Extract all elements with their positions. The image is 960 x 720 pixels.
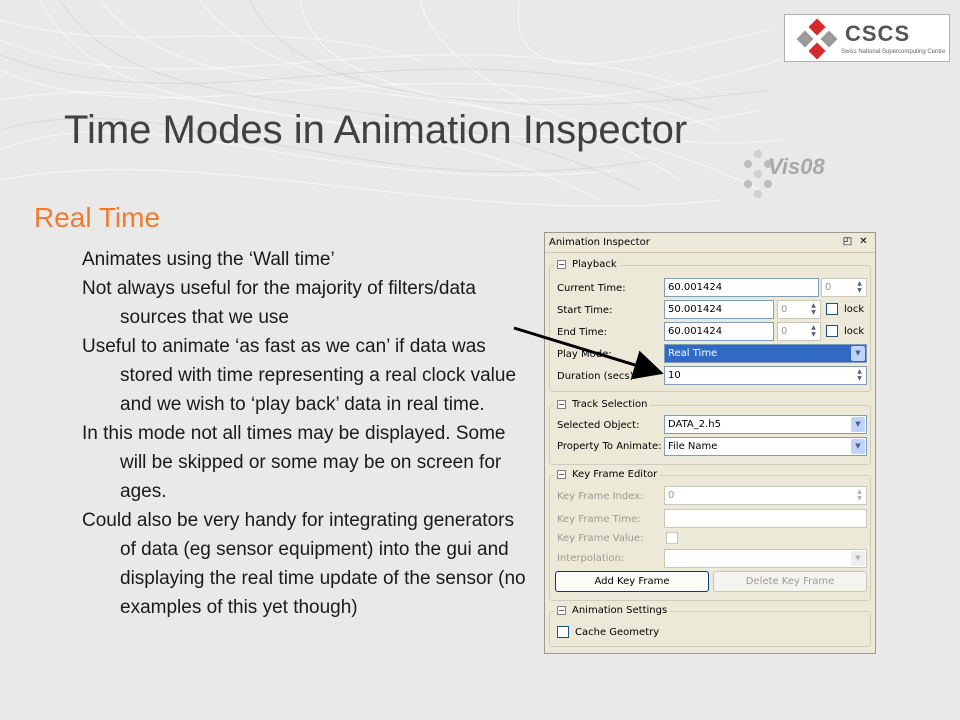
close-icon[interactable]: ✕ — [858, 236, 869, 247]
selected-object-value: DATA_2.h5 — [668, 419, 722, 430]
section-heading: Real Time — [34, 202, 161, 233]
panel-titlebar[interactable]: Animation Inspector ◰ ✕ — [545, 233, 875, 253]
chevron-down-icon[interactable]: ▼ — [851, 346, 865, 361]
bullet-item: Not always useful for the majority of fi… — [82, 278, 476, 328]
key-frame-value-label: Key Frame Value: — [557, 533, 644, 544]
cscs-logo: CSCS Swiss National Supercomputing Centr… — [784, 14, 950, 62]
bullet-item: Animates using the ‘Wall time’ — [82, 249, 335, 270]
cscs-diamond-icon — [796, 19, 838, 59]
playback-title-label: Playback — [572, 259, 617, 270]
key-frame-value-checkbox[interactable] — [666, 532, 678, 544]
duration-spinbox[interactable]: 10 ▲ ▼ — [664, 366, 867, 385]
end-time-value: 60.001424 — [668, 326, 723, 337]
current-time-label: Current Time: — [557, 283, 626, 294]
start-time-index-value: 0 — [781, 304, 788, 315]
end-lock-checkbox[interactable] — [826, 325, 838, 337]
play-mode-label: Play Mode: — [557, 349, 612, 360]
key-frame-time-label: Key Frame Time: — [557, 514, 641, 525]
track-title-label: Track Selection — [572, 399, 648, 410]
chevron-down-icon[interactable]: ▼ — [851, 439, 865, 454]
start-lock-label: lock — [844, 304, 865, 315]
track-group-title[interactable]: − Track Selection — [554, 399, 651, 410]
start-time-label: Start Time: — [557, 305, 613, 316]
add-key-frame-button[interactable]: Add Key Frame — [555, 571, 709, 592]
start-lock-checkbox[interactable] — [826, 303, 838, 315]
keyframe-group-title[interactable]: − Key Frame Editor — [554, 469, 661, 480]
start-time-value: 50.001424 — [668, 304, 723, 315]
vis08-logo-word: Vis08 — [768, 154, 825, 179]
play-mode-dropdown[interactable]: Real Time ▼ — [664, 344, 867, 363]
property-value: File Name — [668, 441, 718, 452]
animation-inspector-panel: Animation Inspector ◰ ✕ − Playback Curren… — [544, 232, 876, 654]
delete-key-frame-button[interactable]: Delete Key Frame — [713, 571, 867, 592]
end-time-label: End Time: — [557, 327, 608, 338]
end-lock-label: lock — [844, 326, 865, 337]
keyframe-title-label: Key Frame Editor — [572, 469, 658, 480]
collapse-icon[interactable]: − — [557, 469, 566, 479]
bullet-item: In this mode not all times may be displa… — [82, 423, 506, 502]
property-label: Property To Animate: — [557, 441, 662, 452]
current-time-index-spinbox[interactable]: 0 ▲ ▼ — [821, 278, 867, 297]
bullet-item: Useful to animate ‘as fast as we can’ if… — [82, 336, 517, 415]
chevron-down-icon[interactable]: ▼ — [851, 417, 865, 432]
float-icon[interactable]: ◰ — [842, 236, 853, 247]
collapse-icon[interactable]: − — [557, 605, 566, 615]
spin-arrows-icon[interactable]: ▲ ▼ — [808, 302, 819, 317]
spin-arrows-icon[interactable]: ▲ ▼ — [854, 368, 865, 383]
key-frame-index-spinbox[interactable]: 0 ▲ ▼ — [664, 486, 867, 505]
collapse-icon[interactable]: − — [557, 399, 566, 409]
cscs-logo-word: CSCS — [845, 21, 911, 46]
playback-group: − Playback Current Time: 60.001424 0 ▲ ▼ St… — [549, 259, 871, 392]
bullet-item: Could also be very handy for integrating… — [82, 510, 526, 618]
settings-title-label: Animation Settings — [572, 605, 668, 616]
end-time-field[interactable]: 60.001424 — [664, 322, 774, 341]
interpolation-dropdown[interactable]: ▼ — [664, 549, 867, 568]
end-time-index-value: 0 — [781, 326, 788, 337]
panel-title: Animation Inspector — [549, 237, 650, 248]
track-selection-group: − Track Selection Selected Object: DATA_2… — [549, 399, 871, 465]
current-time-field[interactable]: 60.001424 — [664, 278, 819, 297]
settings-group-title[interactable]: − Animation Settings — [554, 605, 671, 616]
cache-geometry-checkbox[interactable] — [557, 626, 569, 638]
current-time-index-value: 0 — [825, 282, 832, 293]
selected-object-label: Selected Object: — [557, 420, 640, 431]
bullet-list: Animates using the ‘Wall time’ Not alway… — [82, 245, 528, 622]
key-frame-editor-group: − Key Frame Editor Key Frame Index: 0 ▲ ▼ K… — [549, 469, 871, 601]
spin-arrows-icon[interactable]: ▲ ▼ — [854, 488, 865, 503]
duration-value: 10 — [668, 370, 681, 381]
end-time-index-spinbox[interactable]: 0 ▲ ▼ — [777, 322, 821, 341]
slide-title: Time Modes in Animation Inspector — [64, 108, 688, 152]
start-time-index-spinbox[interactable]: 0 ▲ ▼ — [777, 300, 821, 319]
cache-geometry-label: Cache Geometry — [575, 627, 660, 638]
spin-arrows-icon[interactable]: ▲ ▼ — [808, 324, 819, 339]
playback-group-title[interactable]: − Playback — [554, 259, 620, 270]
animation-settings-group: − Animation Settings Cache Geometry — [549, 605, 871, 647]
selected-object-dropdown[interactable]: DATA_2.h5 ▼ — [664, 415, 867, 434]
cscs-logo-subtitle: Swiss National Supercomputing Centre — [841, 49, 946, 55]
vis08-logo: Vis08 — [740, 148, 850, 200]
key-frame-index-value: 0 — [668, 490, 675, 501]
key-frame-time-field[interactable] — [664, 509, 867, 528]
interpolation-label: Interpolation: — [557, 553, 625, 564]
play-mode-value: Real Time — [668, 348, 718, 359]
collapse-icon[interactable]: − — [557, 259, 566, 269]
duration-label: Duration (secs): — [557, 371, 637, 382]
property-dropdown[interactable]: File Name ▼ — [664, 437, 867, 456]
key-frame-index-label: Key Frame Index: — [557, 491, 644, 502]
current-time-value: 60.001424 — [668, 282, 723, 293]
chevron-down-icon[interactable]: ▼ — [851, 551, 865, 566]
spin-arrows-icon[interactable]: ▲ ▼ — [854, 280, 865, 295]
start-time-field[interactable]: 50.001424 — [664, 300, 774, 319]
